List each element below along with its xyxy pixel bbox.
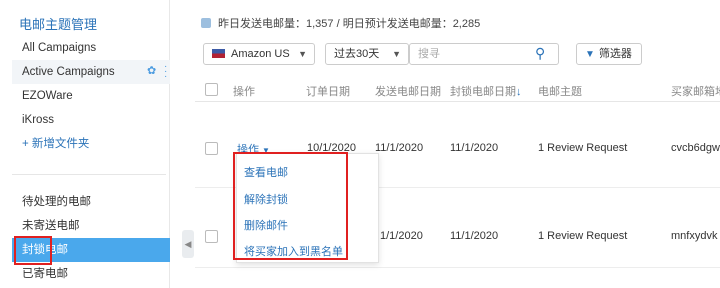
table-header: 操作 订单日期 发送电邮日期 封锁电邮日期↓ 电邮主题 买家邮箱地 (195, 78, 720, 102)
sidebar-item-sent-emails[interactable]: 已寄电邮 (12, 262, 170, 286)
funnel-icon: ▼ (585, 49, 595, 60)
chevron-down-icon: ▼ (392, 49, 401, 59)
select-all-checkbox[interactable] (205, 83, 218, 96)
col-block-date[interactable]: 封锁电邮日期↓ (450, 83, 522, 99)
us-flag-icon (212, 49, 225, 58)
subject-cell: 1 Review Request (538, 230, 628, 242)
sidebar-item-active-campaigns[interactable]: Active Campaigns ✿ · · · (12, 60, 170, 84)
buyer-email-cell: cvcb6dgw (671, 142, 720, 154)
marketplace-select[interactable]: Amazon US ▼ (203, 43, 315, 65)
sidebar-item-all-campaigns[interactable]: All Campaigns (12, 36, 170, 60)
row-checkbox[interactable] (205, 142, 218, 155)
col-subject: 电邮主题 (538, 86, 582, 98)
marketplace-value: Amazon US (231, 48, 290, 60)
chevron-down-icon: ▼ (298, 49, 307, 59)
email-stats-text: 昨日发送电邮量：1,357 / 明日预计发送电邮量：2,285 (218, 18, 481, 30)
stats-icon (201, 18, 211, 28)
col-order-date[interactable]: 订单日期 (306, 83, 350, 99)
sidebar-item-label: Active Campaigns (22, 66, 115, 78)
filter-button[interactable]: ▼ 筛选器 (576, 43, 642, 65)
more-vertical-icon[interactable]: · · · (164, 62, 168, 82)
col-send-date[interactable]: 发送电邮日期 (375, 83, 441, 99)
sidebar-item-ikross[interactable]: iKross (12, 108, 170, 132)
send-date-cell: 11/1/2020 (375, 142, 424, 154)
block-date-cell: 11/1/2020 (450, 142, 499, 154)
send-date-cell: 1/1/2020 (380, 230, 423, 242)
sidebar-divider (12, 174, 166, 175)
buyer-email-cell: mnfxydvk (671, 230, 718, 242)
block-date-cell: 11/1/2020 (450, 230, 499, 242)
new-folder-link[interactable]: + 新增文件夹 (12, 132, 170, 156)
col-action: 操作 (233, 86, 255, 98)
sidebar-item-ezoware[interactable]: EZOWare (12, 84, 170, 108)
gear-icon[interactable]: ✿ (147, 66, 158, 77)
filter-button-label: 筛选器 (598, 48, 632, 60)
date-range-select[interactable]: 过去30天 ▼ (325, 43, 409, 65)
row-checkbox[interactable] (205, 230, 218, 243)
search-icon[interactable]: ⚲ (535, 45, 551, 61)
sidebar-item-unsent-emails[interactable]: 未寄送电邮 (12, 214, 170, 238)
date-range-value: 过去30天 (334, 48, 380, 60)
sidebar-title: 电邮主题管理 (19, 17, 98, 32)
sidebar-item-pending-emails[interactable]: 待处理的电邮 (12, 190, 170, 214)
highlight-box-sidebar (14, 236, 52, 265)
sort-arrow-icon: ↓ (516, 86, 522, 98)
subject-cell: 1 Review Request (538, 142, 628, 154)
col-block-date-label: 封锁电邮日期 (450, 86, 516, 98)
highlight-box-menu (233, 152, 348, 260)
collapse-sidebar-handle[interactable]: ◀ (182, 230, 194, 258)
col-buyer-email: 买家邮箱地 (671, 86, 720, 98)
